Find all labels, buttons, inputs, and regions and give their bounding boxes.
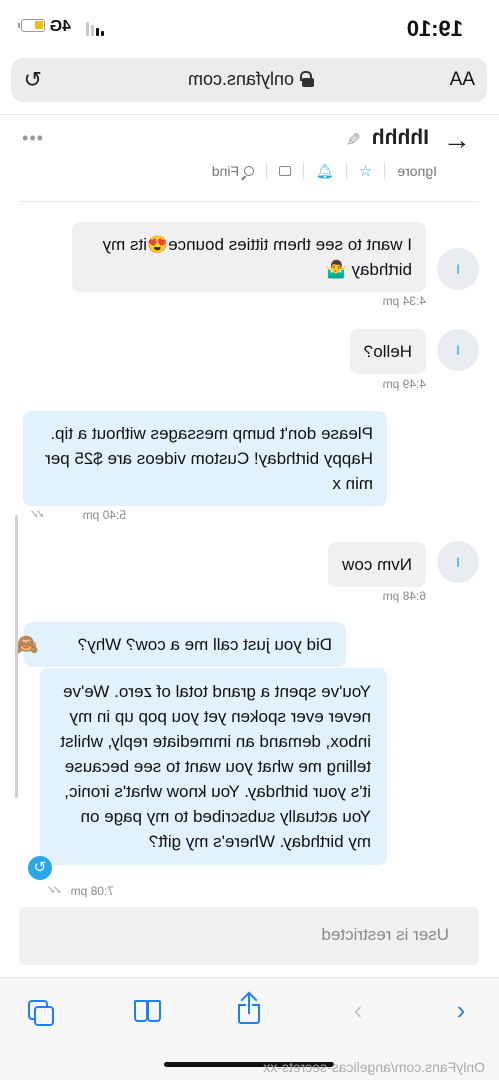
pencil-icon[interactable]: ✎ [346,130,361,151]
message-bubble: Nvm cow [328,542,426,587]
watermark-text: OnlyFans.com/angelicas-secrets-xx [263,1059,485,1075]
message-bubble: I want to see them titties bounce😍its my… [72,222,426,292]
back-icon[interactable]: ‹ [451,995,471,1025]
message-time: 4:34 pm [382,294,426,308]
avatar[interactable]: I [437,248,479,290]
forward-icon[interactable]: › [348,995,368,1025]
address-bar[interactable]: AA onlyfans.com ↻ [11,58,487,102]
avatar[interactable]: I [437,541,479,583]
star-icon[interactable]: ☆ [359,162,372,180]
message-time: 6:48 pm [382,589,426,603]
share-icon[interactable] [236,991,262,1026]
ignore-button[interactable]: Ignore [397,163,437,179]
divider [19,201,479,202]
message-time: 5:40 pm [82,508,126,522]
status-time: 19:10 [406,16,463,41]
message-bubble: You've spent a grand total of zero. We'v… [40,668,387,865]
status-bar: 19:10 4G [0,0,499,58]
read-ticks-icon: ✓✓ [32,507,45,521]
tabs-icon[interactable] [26,1000,54,1028]
signal-icon [86,20,104,36]
input-placeholder: User is restricted [321,925,449,944]
text-size-button[interactable]: AA [450,69,475,91]
chat-actions: Ignore ☆ 🔔︎ Find [211,162,437,181]
network-type: 4G [49,18,71,35]
image-icon[interactable] [279,166,292,176]
reload-icon[interactable]: ↻ [24,67,42,92]
shrug-emoji: 🤷‍♂️ [325,260,347,279]
message-time: 4:49 pm [382,377,426,391]
battery-icon [21,19,45,32]
bookmarks-icon[interactable] [131,1000,161,1024]
bell-icon[interactable]: 🔔︎ [316,163,334,180]
read-ticks-icon: ✓✓ [49,883,62,897]
url-text[interactable]: onlyfans.com [188,69,294,90]
back-arrow-icon[interactable]: ← [443,124,471,155]
more-options-icon[interactable]: ••• [21,128,43,149]
find-label: Find [211,163,240,179]
message-bubble: Please don't bump messages without a tip… [23,411,387,506]
scrollbar[interactable] [15,515,18,798]
message-bubble: Did you just call me a cow? Why? [24,622,346,667]
find-button[interactable]: Find [211,163,255,179]
divider [0,114,499,115]
message-bubble: Hello? [349,329,426,374]
search-icon [244,166,255,176]
chat-title: Ihhhh [371,126,429,149]
heart-eyes-emoji: 😍 [147,235,169,254]
message-input[interactable]: User is restricted [19,907,479,965]
message-text: You've spent a grand total of zero. We'v… [60,682,371,851]
tip-refresh-icon[interactable]: ↻ [28,856,52,880]
message-text: Nvm cow [342,555,412,574]
message-text: Hello? [363,342,412,361]
message-text: Did you just call me a cow? Why? [77,635,332,654]
avatar[interactable]: I [437,329,479,371]
message-time: 7:08 pm [70,884,114,898]
message-text: Please don't bump messages without a tip… [45,424,373,493]
message-text: I want to see them titties bounce [168,235,412,254]
lock-icon [302,71,314,87]
mirrored-screen: 19:10 4G AA onlyfans.com ↻ ← Ihhhh ✎ •••… [0,0,499,1080]
